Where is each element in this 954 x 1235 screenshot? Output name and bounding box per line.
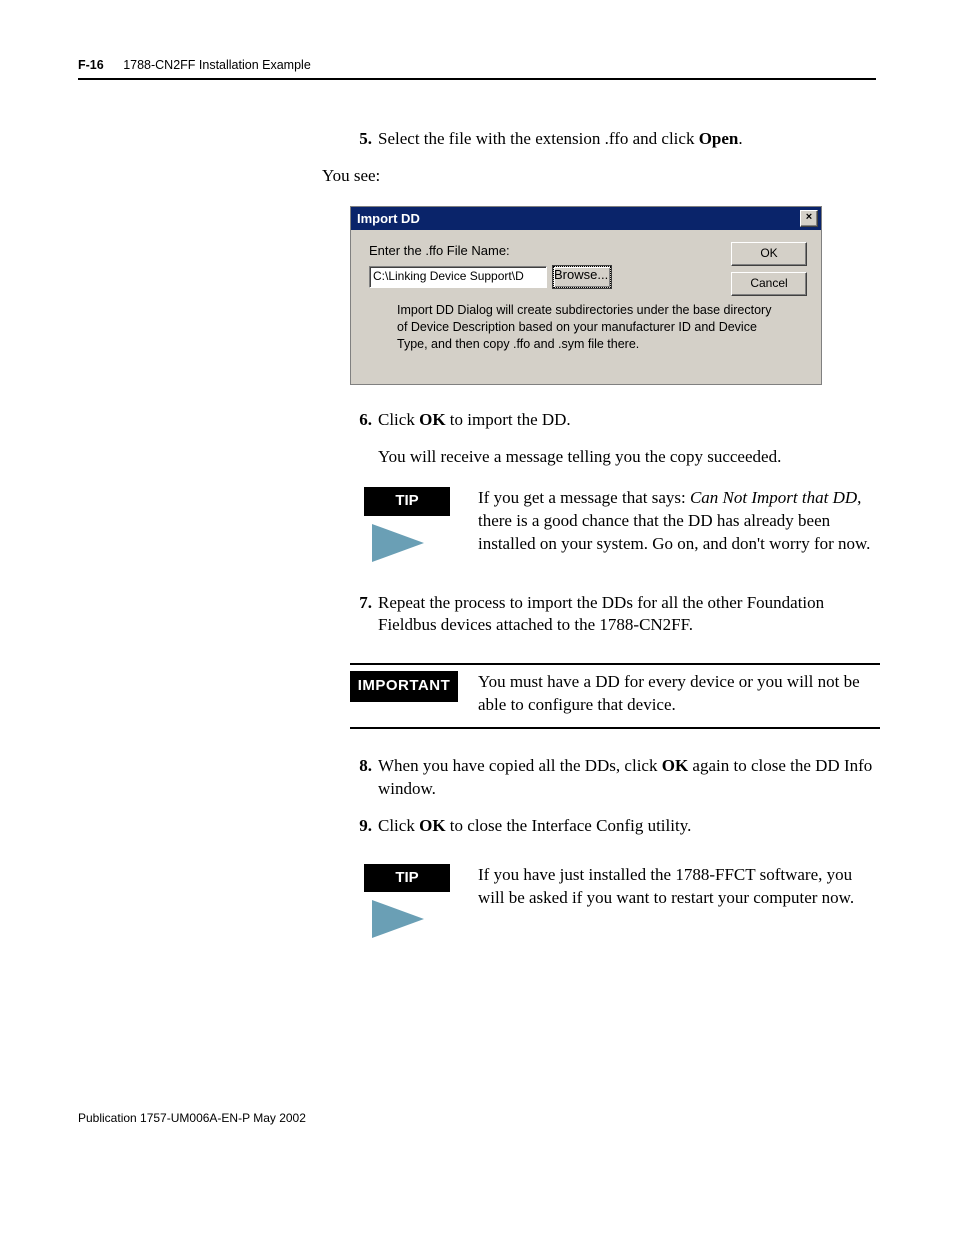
ffo-file-input[interactable]: C:\Linking Device Support\D bbox=[369, 266, 547, 288]
step-number: 8. bbox=[350, 755, 372, 801]
header-rule bbox=[78, 78, 876, 80]
important-left: IMPORTANT bbox=[350, 671, 464, 717]
import-dd-dialog: Import DD × Enter the .ffo File Name: C:… bbox=[350, 206, 822, 386]
step-number: 9. bbox=[350, 815, 372, 838]
step-body: Repeat the process to import the DDs for… bbox=[378, 592, 880, 638]
step-5: 5. Select the file with the extension .f… bbox=[350, 128, 880, 151]
step-6: 6. Click OK to import the DD. You will r… bbox=[350, 409, 880, 469]
dialog-body: Enter the .ffo File Name: C:\Linking Dev… bbox=[351, 230, 821, 384]
important-box: IMPORTANT You must have a DD for every d… bbox=[350, 663, 880, 729]
you-see-text: You see: bbox=[322, 165, 880, 188]
browse-button[interactable]: Browse... bbox=[553, 266, 611, 288]
tip-box-2: TIP If you have just installed the 1788-… bbox=[350, 864, 880, 938]
step-body: Click OK to close the Interface Config u… bbox=[378, 815, 880, 838]
step-follow: You will receive a message telling you t… bbox=[378, 446, 880, 469]
dialog-titlebar: Import DD × bbox=[351, 207, 821, 231]
ok-button[interactable]: OK bbox=[731, 242, 807, 266]
close-icon[interactable]: × bbox=[800, 210, 818, 227]
publication-footer: Publication 1757-UM006A-EN-P May 2002 bbox=[78, 1111, 306, 1125]
page: F-16 1788-CN2FF Installation Example 5. … bbox=[0, 0, 954, 1177]
dialog-title: Import DD bbox=[357, 210, 420, 228]
arrow-icon bbox=[372, 900, 464, 938]
tip-box-1: TIP If you get a message that says: Can … bbox=[350, 487, 880, 561]
content-column: 5. Select the file with the extension .f… bbox=[350, 128, 880, 938]
tip-left: TIP bbox=[350, 864, 464, 938]
dialog-actions: OK Cancel bbox=[731, 242, 807, 296]
tip-badge: TIP bbox=[364, 487, 450, 515]
step-body: Click OK to import the DD. You will rece… bbox=[378, 409, 880, 469]
step-body: When you have copied all the DDs, click … bbox=[378, 755, 880, 801]
header-title: 1788-CN2FF Installation Example bbox=[123, 58, 311, 72]
important-badge: IMPORTANT bbox=[350, 671, 458, 701]
tip-text: If you get a message that says: Can Not … bbox=[464, 487, 880, 561]
page-number: F-16 bbox=[78, 58, 104, 72]
step-number: 6. bbox=[350, 409, 372, 469]
dialog-description: Import DD Dialog will create subdirector… bbox=[397, 302, 777, 353]
step-body: Select the file with the extension .ffo … bbox=[378, 128, 880, 151]
tip-text: If you have just installed the 1788-FFCT… bbox=[464, 864, 880, 938]
cancel-button[interactable]: Cancel bbox=[731, 272, 807, 296]
step-8: 8. When you have copied all the DDs, cli… bbox=[350, 755, 880, 801]
arrow-icon bbox=[372, 524, 464, 562]
page-header: F-16 1788-CN2FF Installation Example bbox=[78, 58, 876, 72]
step-9: 9. Click OK to close the Interface Confi… bbox=[350, 815, 880, 838]
important-text: You must have a DD for every device or y… bbox=[464, 671, 880, 717]
tip-badge: TIP bbox=[364, 864, 450, 892]
tip-left: TIP bbox=[350, 487, 464, 561]
step-number: 5. bbox=[350, 128, 372, 151]
step-7: 7. Repeat the process to import the DDs … bbox=[350, 592, 880, 638]
step-number: 7. bbox=[350, 592, 372, 638]
